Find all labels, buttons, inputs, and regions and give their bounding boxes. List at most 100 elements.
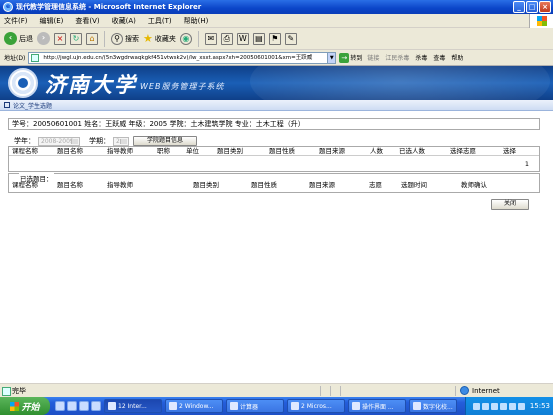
- address-dropdown-icon[interactable]: ▼: [327, 51, 337, 64]
- task-ie[interactable]: 12 Inter...: [104, 399, 162, 413]
- stop-icon[interactable]: ×: [54, 32, 66, 45]
- refresh-icon[interactable]: ↻: [70, 32, 82, 45]
- main-content: 学号：20050601001 姓名：王跃威 年级：2005 学院：土木建筑学院 …: [0, 111, 553, 383]
- forward-button[interactable]: ›: [37, 32, 50, 45]
- search-button[interactable]: ⚲ 搜索: [111, 32, 139, 45]
- jiangmin-label[interactable]: 江民杀毒: [385, 53, 409, 62]
- close-button[interactable]: 关闭: [491, 199, 529, 210]
- menu-help[interactable]: 帮助(H): [184, 16, 209, 26]
- breadcrumb-text: 论文_学生选题: [13, 102, 53, 110]
- breadcrumb: 论文_学生选题: [0, 100, 553, 111]
- close-window-button[interactable]: ×: [539, 1, 551, 13]
- task-label: 12 Inter...: [118, 402, 147, 410]
- tray-icon[interactable]: [490, 402, 498, 410]
- home-icon[interactable]: ⌂: [86, 32, 98, 45]
- sel-col-teacher-confirm: 教师确认: [461, 181, 487, 189]
- globe-icon: [460, 386, 469, 395]
- tray-icon[interactable]: [499, 402, 507, 410]
- security-zone: Internet: [460, 386, 500, 395]
- star-icon: ★: [143, 32, 153, 45]
- topics-table: 课程名称 题目名称 指导教师 职称 单位 题目类别 题目性质 题目来源 人数 已…: [8, 146, 540, 172]
- go-label: 转到: [350, 55, 363, 62]
- mail-icon[interactable]: ✉: [204, 32, 217, 45]
- sel-col-course-name: 课程名称: [12, 181, 38, 189]
- back-label: 后退: [19, 34, 33, 43]
- favorites-button[interactable]: ★ 收藏夹: [143, 32, 176, 45]
- topics-table-header: 课程名称 题目名称 指导教师 职称 单位 题目类别 题目性质 题目来源 人数 已…: [9, 147, 539, 156]
- address-label: 地址(D): [4, 55, 26, 62]
- task-calculator[interactable]: 计算器: [226, 399, 284, 413]
- task-campus[interactable]: 数字化校...: [409, 399, 457, 413]
- banner-glow: [250, 66, 550, 100]
- links-label[interactable]: 链接: [367, 53, 379, 62]
- task-label: 2 Micros...: [301, 402, 332, 410]
- menu-edit[interactable]: 编辑(E): [40, 16, 64, 26]
- search-label: 搜索: [125, 34, 139, 43]
- go-button[interactable]: → 转到: [339, 52, 363, 63]
- ie-icon: [108, 402, 116, 410]
- site-banner: 济南大学 WEB服务管理子系统: [0, 66, 553, 100]
- task-ui[interactable]: 操作界面 ...: [348, 399, 406, 413]
- back-button[interactable]: ‹ 后退: [4, 32, 33, 45]
- address-input[interactable]: http://jwgl.ujn.edu.cn/(5n3wgdrwaqkgkf45…: [28, 51, 329, 64]
- sel-col-topic-category: 题目类别: [193, 181, 219, 189]
- edit-icon[interactable]: W: [236, 32, 249, 45]
- breadcrumb-icon: [4, 102, 10, 108]
- toolbar-separator: [104, 30, 105, 47]
- col-topic-name: 题目名称: [57, 147, 83, 155]
- go-arrow-icon: →: [339, 52, 350, 63]
- task-label: 计算器: [240, 403, 259, 411]
- term-select[interactable]: 2: [113, 136, 129, 146]
- clock: 15:53: [529, 402, 550, 410]
- menu-favorites[interactable]: 收藏(A): [112, 16, 136, 26]
- discuss-icon[interactable]: ▤: [252, 32, 265, 45]
- check-virus-button[interactable]: 查毒: [433, 53, 445, 62]
- status-divider: [455, 386, 456, 396]
- maximize-button[interactable]: □: [526, 1, 538, 13]
- menu-file[interactable]: 文件(F): [4, 16, 28, 26]
- col-title: 职称: [157, 147, 170, 155]
- window-titlebar: e 现代教学管理信息系统 - Microsoft Internet Explor…: [0, 0, 553, 14]
- year-select[interactable]: 2008-2009: [38, 136, 80, 146]
- menu-tools[interactable]: 工具(T): [148, 16, 172, 26]
- start-button[interactable]: 开始: [0, 397, 50, 415]
- calculator-icon: [230, 402, 238, 410]
- taskbar: 开始 12 Inter... 2 Window... 计算器 2 Micros.…: [0, 397, 553, 415]
- status-text: 完毕: [0, 386, 300, 396]
- col-unit: 单位: [186, 147, 199, 155]
- task-windows[interactable]: 2 Window...: [165, 399, 223, 413]
- back-arrow-icon: ‹: [4, 32, 17, 45]
- tray-icon[interactable]: [472, 402, 480, 410]
- word-icon: [291, 402, 299, 410]
- minimize-button[interactable]: _: [513, 1, 525, 13]
- task-word[interactable]: 2 Micros...: [287, 399, 345, 413]
- windows-flag-icon: [10, 401, 20, 411]
- status-bar: 完毕 Internet: [0, 383, 553, 397]
- college-topics-button[interactable]: 学院题目信息: [133, 136, 197, 146]
- tray-icon[interactable]: [481, 402, 489, 410]
- ie-icon: [413, 402, 421, 410]
- kill-virus-button[interactable]: 杀毒: [415, 53, 427, 62]
- quick-launch-icon[interactable]: [79, 401, 89, 411]
- media-icon[interactable]: ◉: [179, 32, 192, 45]
- search-icon: ⚲: [111, 32, 123, 45]
- quick-launch-icon[interactable]: [67, 401, 77, 411]
- quick-launch-icon[interactable]: [55, 401, 65, 411]
- tray-icon[interactable]: [508, 402, 516, 410]
- sel-col-preference: 志愿: [369, 181, 382, 189]
- col-topic-category: 题目类别: [217, 147, 243, 155]
- menu-view[interactable]: 查看(V): [75, 16, 99, 26]
- messenger-icon[interactable]: ⚑: [268, 32, 281, 45]
- sel-col-topic-nature: 题目性质: [251, 181, 277, 189]
- university-name: 济南大学: [45, 72, 137, 97]
- status-divider: [320, 386, 321, 396]
- row-count: 1: [524, 160, 529, 168]
- help-button[interactable]: 帮助: [451, 53, 463, 62]
- research-icon[interactable]: ✎: [284, 32, 297, 45]
- student-info: 学号：20050601001 姓名：王跃威 年级：2005 学院：土木建筑学院 …: [8, 118, 540, 130]
- print-icon[interactable]: ⎙: [220, 32, 233, 45]
- selected-topics-box: 已选题目： 课程名称 题目名称 指导教师 题目类别 题目性质 题目来源 志愿 选…: [8, 173, 540, 193]
- system-name: WEB服务管理子系统: [140, 82, 225, 91]
- volume-icon[interactable]: [517, 402, 525, 410]
- quick-launch-icon[interactable]: [91, 401, 101, 411]
